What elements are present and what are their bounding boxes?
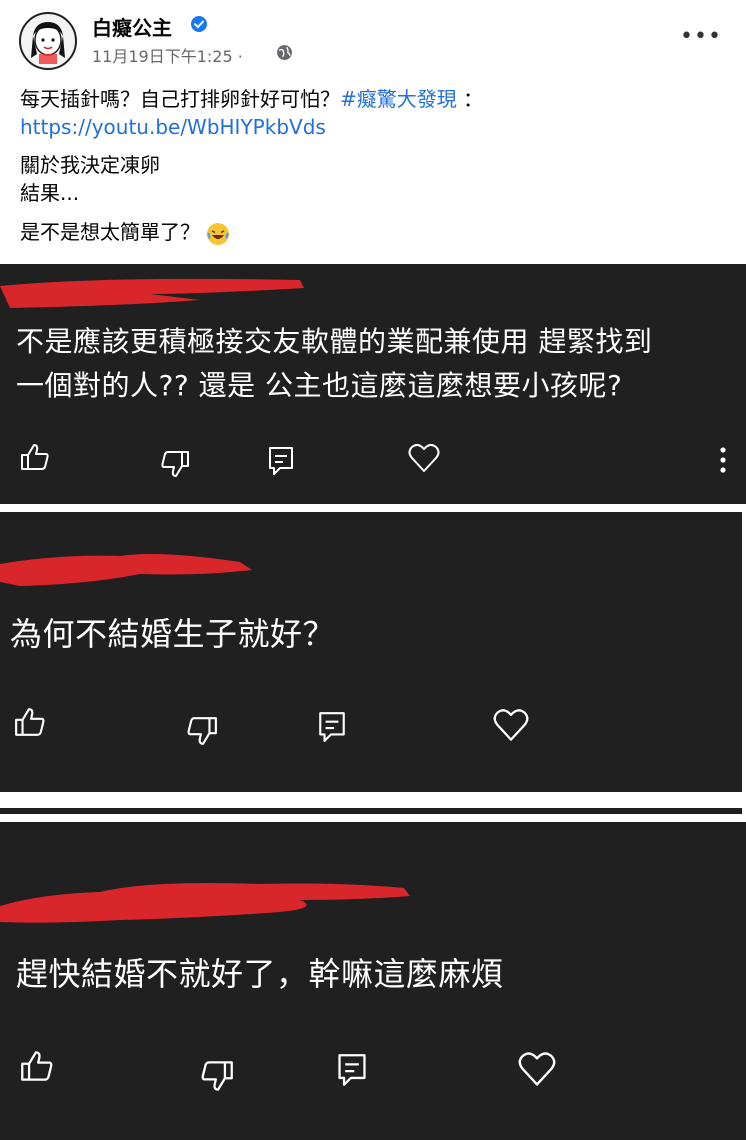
- post-question: 是不是想太簡單了？: [20, 220, 200, 244]
- thumbs-down-icon[interactable]: [160, 450, 190, 478]
- separator-dark-line: [0, 808, 742, 814]
- redaction-mark-3: [0, 883, 410, 923]
- heart-icon[interactable]: [518, 1051, 556, 1087]
- redaction-mark-1: [0, 278, 304, 308]
- heart-icon[interactable]: [493, 708, 529, 742]
- separator-1: [0, 504, 746, 512]
- verified-badge-icon: [191, 16, 207, 32]
- post-line-1: 每天插針嗎？自己打排卵針好可怕？#癡驚大發現 ：: [20, 85, 483, 113]
- comment-text-3: 趕快結婚不就好了，幹嘛這麼麻煩: [16, 955, 504, 993]
- reply-icon[interactable]: [337, 1053, 367, 1087]
- post-line-3: 結果...: [20, 181, 80, 205]
- post-intro-text: 每天插針嗎？自己打排卵針好可怕？: [20, 87, 340, 111]
- author-avatar[interactable]: [19, 12, 77, 70]
- vertical-more-icon[interactable]: [719, 446, 727, 474]
- comment-text-1b: 一個對的人?? 還是 公主也這麼這麼想要小孩呢?: [16, 369, 623, 402]
- post-line-2: 關於我決定凍卵: [20, 153, 160, 177]
- comment-text-1a: 不是應該更積極接交友軟體的業配兼使用 趕緊找到: [16, 325, 653, 358]
- post-line-4: 是不是想太簡單了？: [20, 218, 230, 246]
- post-colon: ：: [456, 87, 484, 111]
- redaction-mark-2: [0, 554, 252, 586]
- reply-icon[interactable]: [318, 711, 346, 743]
- youtube-link[interactable]: https://youtu.be/WbHIYPkbVds: [20, 113, 326, 141]
- post-timestamp[interactable]: 11月19日下午1:25 ·: [92, 43, 243, 67]
- thumbs-down-icon[interactable]: [186, 716, 218, 746]
- more-options-icon[interactable]: •••: [680, 24, 722, 49]
- heart-icon[interactable]: [408, 443, 440, 473]
- separator-2: [0, 792, 746, 822]
- thumbs-down-icon[interactable]: [200, 1060, 234, 1092]
- globe-icon: [277, 45, 292, 60]
- thumbs-up-icon[interactable]: [20, 443, 50, 471]
- comment-text-2: 為何不結婚生子就好？: [10, 615, 336, 653]
- thumbs-up-icon[interactable]: [20, 1050, 54, 1082]
- laughing-emoji-icon: [207, 222, 230, 245]
- thumbs-up-icon[interactable]: [14, 707, 46, 737]
- reply-icon[interactable]: [268, 446, 294, 476]
- facebook-post: 白癡公主 11月19日下午1:25 · ••• 每天插針嗎？自己打排卵針好可怕？…: [0, 0, 746, 264]
- hashtag-link[interactable]: #癡驚大發現: [340, 87, 457, 111]
- author-name[interactable]: 白癡公主: [92, 12, 172, 41]
